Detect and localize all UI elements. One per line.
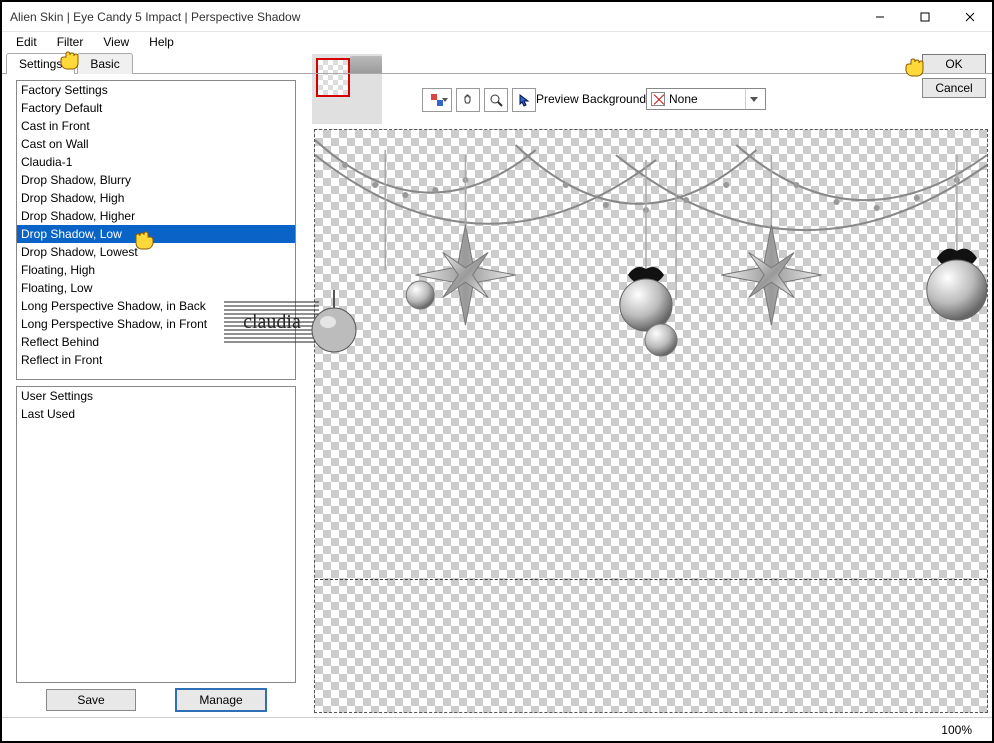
list-item[interactable]: Cast on Wall — [17, 135, 295, 153]
minimize-button[interactable] — [857, 2, 902, 31]
list-item[interactable]: Drop Shadow, Blurry — [17, 171, 295, 189]
close-button[interactable] — [947, 2, 992, 31]
list-item[interactable]: Floating, Low — [17, 279, 295, 297]
list-item[interactable]: Floating, High — [17, 261, 295, 279]
list-item[interactable]: Factory Default — [17, 99, 295, 117]
main-area: Factory Settings Factory Default Cast in… — [2, 74, 992, 717]
color-tool-button[interactable] — [422, 88, 452, 112]
factory-presets-list[interactable]: Factory Settings Factory Default Cast in… — [16, 80, 296, 380]
chevron-down-icon — [745, 89, 761, 109]
list-item[interactable]: Long Perspective Shadow, in Front — [17, 315, 295, 333]
hand-tool-button[interactable] — [456, 88, 480, 112]
none-swatch-icon — [651, 92, 665, 106]
list-item[interactable]: Claudia-1 — [17, 153, 295, 171]
menu-view[interactable]: View — [93, 33, 139, 51]
panel-button-row: Save Manage — [16, 683, 296, 711]
maximize-button[interactable] — [902, 2, 947, 31]
tool-buttons — [422, 88, 536, 112]
menu-edit[interactable]: Edit — [6, 33, 47, 51]
titlebar: Alien Skin | Eye Candy 5 Impact | Perspe… — [2, 2, 992, 32]
zoom-tool-button[interactable] — [484, 88, 508, 112]
menu-help[interactable]: Help — [139, 33, 184, 51]
top-strip: Preview Background: None — [312, 54, 992, 124]
tab-settings[interactable]: Settings — [6, 53, 75, 74]
menubar: Edit Filter View Help — [2, 32, 992, 52]
list-item[interactable]: Drop Shadow, Higher — [17, 207, 295, 225]
tab-basic[interactable]: Basic — [77, 53, 132, 74]
list-item[interactable]: Last Used — [17, 405, 295, 423]
preview-background-label: Preview Background: — [536, 92, 649, 106]
list-item-selected[interactable]: Drop Shadow, Low — [17, 225, 295, 243]
left-panel: Factory Settings Factory Default Cast in… — [2, 74, 302, 717]
list-item[interactable]: User Settings — [17, 387, 295, 405]
statusbar: 100% — [2, 717, 992, 741]
preview-canvas[interactable] — [314, 129, 988, 713]
list-item[interactable]: Factory Settings — [17, 81, 295, 99]
list-item[interactable]: Cast in Front — [17, 117, 295, 135]
manage-button[interactable]: Manage — [176, 689, 266, 711]
save-button[interactable]: Save — [46, 689, 136, 711]
user-presets-list[interactable]: User Settings Last Used — [16, 386, 296, 683]
preview-background-select[interactable]: None — [646, 88, 766, 110]
magnifier-icon — [489, 93, 503, 107]
right-panel: Preview Background: None — [302, 74, 992, 717]
list-item[interactable]: Drop Shadow, Lowest — [17, 243, 295, 261]
list-item[interactable]: Long Perspective Shadow, in Back — [17, 297, 295, 315]
pointer-tool-button[interactable] — [512, 88, 536, 112]
hand-icon — [461, 93, 475, 107]
list-item[interactable]: Reflect in Front — [17, 351, 295, 369]
zoom-level: 100% — [941, 723, 972, 737]
color-swatch-icon — [430, 93, 444, 107]
list-item[interactable]: Reflect Behind — [17, 333, 295, 351]
preview-content — [315, 130, 987, 390]
pointer-icon — [517, 93, 531, 107]
list-item[interactable]: Drop Shadow, High — [17, 189, 295, 207]
navigator-thumbnail[interactable] — [312, 54, 382, 124]
menu-filter[interactable]: Filter — [47, 33, 94, 51]
preview-background-value: None — [669, 92, 698, 106]
window-title: Alien Skin | Eye Candy 5 Impact | Perspe… — [10, 10, 857, 24]
